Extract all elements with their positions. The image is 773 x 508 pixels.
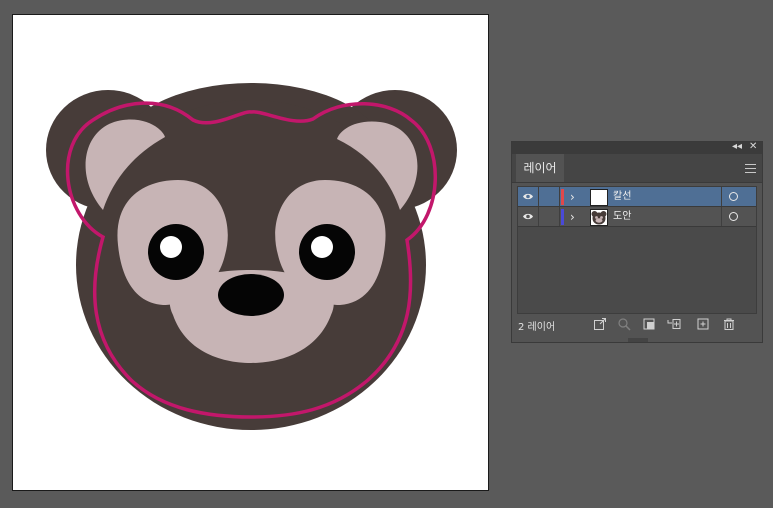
export-icon[interactable] <box>593 317 607 331</box>
layer-color-indicator <box>561 189 564 205</box>
locate-object-icon[interactable] <box>617 317 631 331</box>
new-sublayer-icon[interactable] <box>667 317 681 331</box>
target-circle-icon <box>729 192 738 201</box>
panel-footer: 2 레이어 <box>512 314 762 336</box>
panel-resize-grip[interactable] <box>628 338 648 342</box>
layer-color-indicator <box>561 209 564 225</box>
visibility-toggle[interactable] <box>518 207 539 226</box>
panel-tab-row: 레이어 <box>512 154 762 183</box>
eye-icon <box>523 213 533 220</box>
target-toggle[interactable] <box>721 187 757 206</box>
layer-count: 2 레이어 <box>518 322 556 333</box>
trash-icon[interactable] <box>722 317 736 331</box>
nose <box>218 274 284 316</box>
target-circle-icon <box>729 212 738 221</box>
layer-name[interactable]: 도안 <box>613 207 631 226</box>
layers-panel: ◂◂ ✕ 레이어 › 칼선 › 도안 2 레이어 <box>511 141 763 343</box>
layer-list: › 칼선 › 도안 <box>517 186 757 314</box>
artboard[interactable] <box>12 14 489 491</box>
tab-layers[interactable]: 레이어 <box>516 154 564 182</box>
panel-title-bar[interactable]: ◂◂ ✕ <box>512 140 762 154</box>
layer-thumbnail <box>590 189 608 206</box>
visibility-toggle[interactable] <box>518 187 539 206</box>
left-eye-highlight <box>160 236 182 258</box>
layer-row-design[interactable]: › 도안 <box>518 207 756 227</box>
panel-menu-icon[interactable] <box>745 161 756 173</box>
bear-thumbnail-icon <box>591 211 607 225</box>
right-eye-highlight <box>311 236 333 258</box>
lock-toggle[interactable] <box>539 207 560 226</box>
layer-thumbnail <box>590 209 608 226</box>
eye-icon <box>523 193 533 200</box>
layer-name[interactable]: 칼선 <box>613 187 631 206</box>
expand-chevron-icon[interactable]: › <box>570 188 575 206</box>
bear-artwork[interactable] <box>13 15 490 492</box>
close-icon[interactable]: ✕ <box>749 140 757 154</box>
new-layer-icon[interactable] <box>696 317 710 331</box>
collapse-panel-icon[interactable]: ◂◂ <box>732 140 742 154</box>
lock-toggle[interactable] <box>539 187 560 206</box>
expand-chevron-icon[interactable]: › <box>570 208 575 226</box>
clipping-mask-icon[interactable] <box>642 317 656 331</box>
target-toggle[interactable] <box>721 207 757 226</box>
layer-row-cutline[interactable]: › 칼선 <box>518 187 756 207</box>
